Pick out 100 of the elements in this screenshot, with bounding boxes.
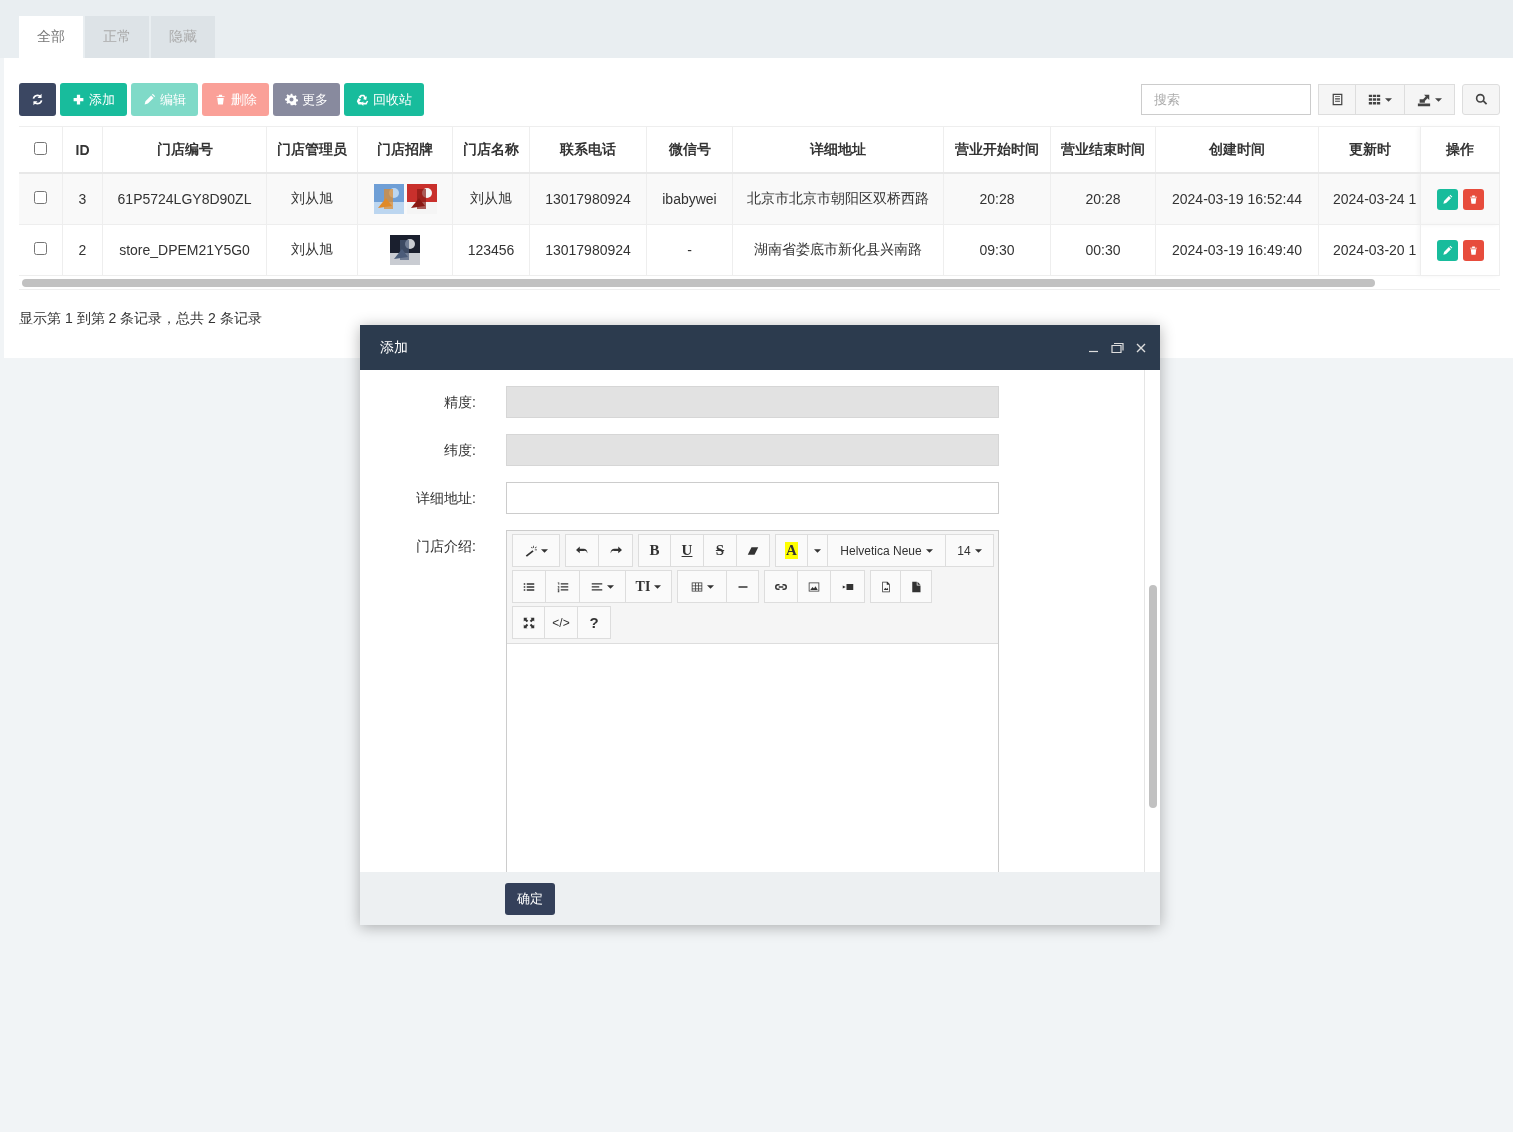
scrollbar[interactable] (1149, 585, 1157, 808)
list-icon (1330, 93, 1344, 106)
table-cell: 2024-03-19 16:52:44 (1172, 191, 1302, 207)
underline-button[interactable]: U (671, 534, 704, 567)
row-checkbox[interactable] (34, 191, 47, 204)
image-file-icon (879, 580, 892, 593)
column-header: 详细地址 (810, 140, 866, 157)
caret-icon (654, 584, 662, 589)
table-cell: 61P5724LGY8D90ZL (117, 191, 252, 207)
highlight-button[interactable]: A (775, 534, 808, 567)
tab[interactable]: 全部 (19, 16, 83, 58)
caret-icon (814, 548, 821, 553)
fullscreen-button[interactable] (512, 606, 545, 639)
delete-button[interactable] (1462, 188, 1484, 210)
refresh-icon (31, 93, 44, 106)
numbered-list-button[interactable] (546, 570, 580, 603)
link-button[interactable] (764, 570, 798, 603)
search-field[interactable]: 搜索 (1141, 84, 1311, 115)
refresh-button[interactable] (19, 83, 56, 116)
field-label: 门店介绍: (416, 537, 476, 556)
numbered-list-icon (556, 580, 569, 593)
table-cell: 09:30 (979, 242, 1015, 258)
column-header: 门店招牌 (377, 140, 433, 157)
table-cell: 20:28 (979, 191, 1015, 207)
pencil-icon (143, 93, 156, 106)
table-cell: - (687, 242, 692, 258)
field-label: 纬度: (444, 441, 476, 460)
table-cell: 北京市北京市朝阳区双桥西路 (747, 190, 929, 206)
font-size-dropdown[interactable]: 14 (946, 534, 994, 567)
search-button[interactable] (1462, 84, 1500, 115)
caret-icon (974, 548, 982, 553)
close-icon[interactable] (1136, 342, 1146, 353)
table-icon (690, 580, 703, 593)
code-view-button[interactable]: </> (545, 606, 578, 639)
column-header: 操作 (1446, 140, 1474, 157)
table-cell: 2024-03-24 1 (1333, 191, 1417, 207)
bulleted-list-button[interactable] (512, 570, 546, 603)
caret-icon (925, 548, 933, 553)
align-icon (591, 580, 603, 593)
eraser-icon (747, 544, 759, 557)
table-cell: 20:28 (1085, 191, 1121, 207)
table-cell: 00:30 (1085, 242, 1121, 258)
columns-button[interactable] (1356, 84, 1405, 115)
help-button[interactable]: ? (578, 606, 611, 639)
line-height-button[interactable]: TI (626, 570, 672, 603)
caret-icon (607, 584, 614, 589)
table-cell: 刘从旭 (291, 190, 333, 206)
delete-button[interactable] (1462, 239, 1484, 261)
table-button[interactable] (677, 570, 727, 603)
column-header: 门店名称 (463, 140, 519, 157)
column-header: 门店管理员 (277, 140, 347, 157)
row-checkbox[interactable] (34, 242, 47, 255)
caret-icon (1385, 97, 1392, 102)
pagination-summary: 显示第 1 到第 2 条记录，总共 2 条记录 (19, 310, 262, 328)
color-dropdown-button[interactable] (808, 534, 828, 567)
undo-button[interactable] (565, 534, 599, 567)
bulleted-list-icon (523, 580, 535, 593)
maximize-icon[interactable] (1111, 342, 1124, 353)
column-header: 更新时 (1348, 140, 1391, 157)
eraser-button[interactable] (737, 534, 770, 567)
field-label: 精度: (444, 393, 476, 412)
field-label: 详细地址: (416, 489, 476, 508)
search-icon (1474, 93, 1488, 106)
image-file-button[interactable] (870, 570, 901, 603)
image-icon (808, 580, 820, 593)
font-family-dropdown[interactable]: Helvetica Neue (828, 534, 946, 567)
bold-button[interactable]: B (638, 534, 671, 567)
grid-icon (1368, 93, 1381, 106)
align-button[interactable] (580, 570, 626, 603)
strikethrough-button[interactable]: S (704, 534, 737, 567)
table-cell: 2024-03-20 1 (1333, 242, 1417, 258)
style-button[interactable] (512, 534, 560, 567)
table-cell: 刘从旭 (291, 241, 333, 257)
column-header: 营业结束时间 (1061, 140, 1145, 157)
video-button[interactable] (831, 570, 865, 603)
confirm-button[interactable]: 确定 (505, 882, 555, 915)
column-header: ID (75, 141, 90, 158)
gear-icon (285, 93, 298, 106)
recycle-icon (356, 93, 369, 106)
file-button[interactable] (901, 570, 932, 603)
toggle-view-button[interactable] (1318, 84, 1356, 115)
export-button[interactable] (1405, 84, 1455, 115)
column-header: 创建时间 (1209, 140, 1265, 157)
input-field[interactable] (506, 482, 999, 514)
column-header: 联系电话 (560, 140, 616, 157)
table-cell: 123456 (467, 242, 515, 258)
pencil-icon (1441, 193, 1453, 205)
export-icon (1417, 92, 1431, 107)
table-cell: 3 (78, 191, 87, 207)
select-all-checkbox[interactable] (34, 141, 47, 155)
table-cell: store_DPEM21Y5G0 (119, 242, 250, 258)
scrollbar[interactable] (22, 279, 1375, 287)
table-cell: 2024-03-19 16:49:40 (1172, 242, 1302, 258)
column-header: 门店编号 (156, 140, 213, 157)
table-cell: 刘从旭 (470, 190, 512, 206)
dialog-title: 添加 (380, 338, 408, 357)
table-cell: 湖南省娄底市新化县兴南路 (754, 241, 922, 257)
magic-wand-icon (524, 544, 537, 557)
redo-button[interactable] (599, 534, 633, 567)
table-cell: 2 (78, 242, 87, 258)
